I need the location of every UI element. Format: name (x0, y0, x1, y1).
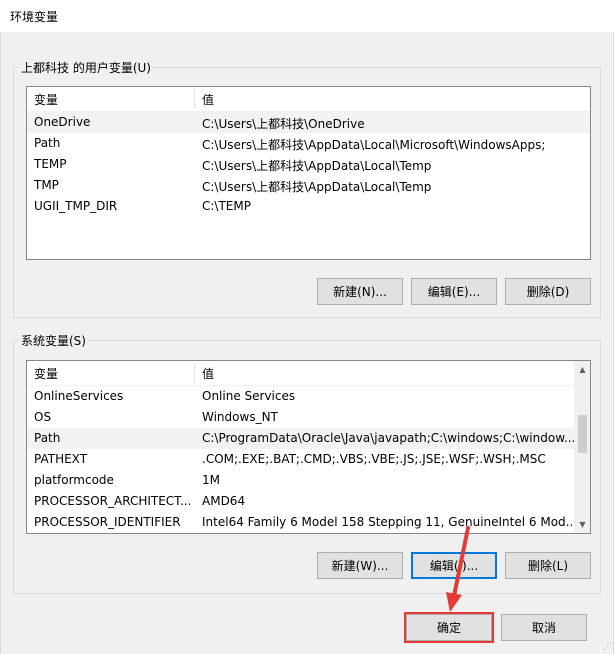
table-row[interactable]: PATHEXT .COM;.EXE;.BAT;.CMD;.VBS;.VBE;.JS… (27, 449, 574, 470)
column-divider[interactable] (194, 89, 195, 109)
variable-value-cell: AMD64 (202, 494, 246, 508)
variable-name-cell: OS (34, 410, 52, 424)
variable-value-cell: C:\TEMP (202, 199, 251, 213)
variable-name-cell: Path (34, 431, 61, 445)
table-row[interactable]: PROCESSOR_IDENTIFIER Intel64 Family 6 Mod… (27, 512, 574, 533)
scroll-down-icon[interactable]: ▼ (574, 516, 590, 533)
table-row[interactable]: OnlineServices Online Services (27, 386, 574, 407)
resize-grip-icon[interactable]: ⋰ (602, 642, 612, 652)
cancel-button[interactable]: 取消 (501, 614, 587, 641)
variable-value-cell: Online Services (202, 389, 296, 403)
variable-name-cell: PATHEXT (34, 452, 88, 466)
variable-name-cell: OnlineServices (34, 389, 124, 403)
table-row[interactable]: UGII_TMP_DIR C:\TEMP (27, 196, 590, 217)
variable-value-cell: C:\Users\上都科技\AppData\Local\Temp (202, 180, 432, 194)
system-vars-group-label: 系统变量(S) (19, 332, 88, 349)
system-vars-scrollbar[interactable]: ▲ ▼ (574, 361, 590, 533)
variable-name-cell: UGII_TMP_DIR (34, 199, 118, 213)
system-delete-button[interactable]: 删除(L) (505, 552, 591, 579)
window-title: 环境变量 (10, 10, 59, 24)
ok-button[interactable]: 确定 (406, 614, 492, 641)
system-new-button[interactable]: 新建(W)... (317, 552, 403, 579)
variable-value-cell: .COM;.EXE;.BAT;.CMD;.VBS;.VBE;.JS;.JSE;.… (202, 452, 546, 466)
table-row[interactable]: platformcode 1M (27, 470, 574, 491)
user-vars-group-label: 上都科技 的用户变量(U) (19, 59, 153, 76)
system-vars-list[interactable]: 变量 值 OnlineServices Online Services OS Wind… (26, 360, 591, 534)
variable-value-cell: 1M (202, 473, 220, 487)
table-row[interactable]: OneDrive C:\Users\上都科技\OneDrive (27, 112, 590, 133)
variable-value-cell: C:\ProgramData\Oracle\Java\javapath;C:\w… (202, 431, 574, 445)
variable-name-cell: TEMP (34, 157, 67, 171)
variable-name-cell: platformcode (34, 473, 114, 487)
column-header-variable[interactable]: 变量 (34, 91, 58, 108)
variable-name-cell: PROCESSOR_ARCHITECT... (34, 494, 190, 508)
variable-name-cell: PROCESSOR_IDENTIFIER (34, 515, 181, 529)
column-header-value[interactable]: 值 (202, 365, 214, 382)
variable-value-cell: C:\Users\上都科技\AppData\Local\Microsoft\Wi… (202, 138, 546, 152)
column-header-variable[interactable]: 变量 (34, 365, 58, 382)
user-delete-button[interactable]: 删除(D) (505, 278, 591, 305)
system-edit-button[interactable]: 编辑(I)... (411, 552, 497, 579)
variable-value-cell: Intel64 Family 6 Model 158 Stepping 11, … (202, 515, 574, 529)
table-row[interactable]: PROCESSOR_ARCHITECT... AMD64 (27, 491, 574, 512)
variable-name-cell: Path (34, 136, 61, 150)
variable-value-cell: Windows_NT (202, 410, 278, 424)
table-row[interactable]: TEMP C:\Users\上都科技\AppData\Local\Temp (27, 154, 590, 175)
variable-name-cell: TMP (34, 178, 59, 192)
scroll-up-icon[interactable]: ▲ (574, 361, 590, 378)
table-row[interactable]: OS Windows_NT (27, 407, 574, 428)
system-vars-list-header: 变量 值 (27, 361, 574, 385)
variable-value-cell: C:\Users\上都科技\OneDrive (202, 117, 365, 131)
user-edit-button[interactable]: 编辑(E)... (411, 278, 497, 305)
table-row[interactable]: TMP C:\Users\上都科技\AppData\Local\Temp (27, 175, 590, 196)
column-header-value[interactable]: 值 (202, 91, 214, 108)
table-row[interactable]: Path C:\Users\上都科技\AppData\Local\Microsof… (27, 133, 590, 154)
user-vars-list[interactable]: 变量 值 OneDrive C:\Users\上都科技\OneDrive Path C… (26, 86, 591, 260)
variable-value-cell: C:\Users\上都科技\AppData\Local\Temp (202, 159, 432, 173)
title-bar: 环境变量 (0, 0, 614, 32)
user-vars-list-header: 变量 值 (27, 87, 590, 111)
scrollbar-thumb[interactable] (578, 415, 587, 453)
column-divider[interactable] (194, 363, 195, 383)
variable-name-cell: OneDrive (34, 115, 91, 129)
table-row[interactable]: Path C:\ProgramData\Oracle\Java\javapath;… (27, 428, 574, 449)
user-new-button[interactable]: 新建(N)... (317, 278, 403, 305)
